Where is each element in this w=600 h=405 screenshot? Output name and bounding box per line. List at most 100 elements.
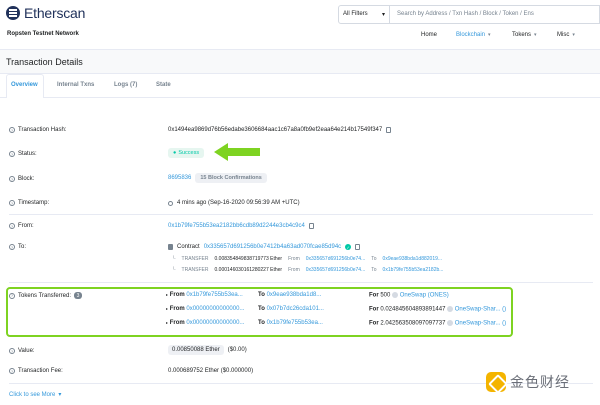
from-address-link[interactable]: 0x1b79fe755b53ea2182bb6cdb89d2244e3cb4c9…	[168, 223, 305, 229]
fee-label-text: Transaction Fee:	[18, 368, 63, 374]
token-from-link[interactable]: 0x1b79fe755b53ea...	[186, 292, 242, 298]
value-amount-chip: 0.00850088 Ether	[168, 345, 224, 355]
token-symbol-link[interactable]: ()	[502, 307, 506, 313]
token-logo-icon	[447, 306, 454, 312]
filter-select[interactable]: All Filters ▾	[338, 5, 390, 24]
help-icon[interactable]: ?	[9, 200, 15, 206]
token-transfer-row: ▸ From 0x00000000000000...	[166, 306, 244, 312]
transfer-from-link[interactable]: 0x335657d691256b0e74...	[306, 267, 366, 273]
token-amount: 500	[380, 292, 391, 299]
tab-internal-txns[interactable]: Internal Txns	[57, 82, 94, 88]
nav-home-label: Home	[421, 32, 438, 38]
transfer-to-label: To	[371, 256, 377, 262]
watermark: 金色财经	[486, 372, 570, 392]
block-label: ? Block:	[9, 176, 34, 182]
status-badge: ● Success	[168, 148, 205, 158]
caret-right-icon: ▸	[166, 320, 169, 325]
token-to-link[interactable]: 0x1b79fe755b53ea...	[267, 320, 323, 326]
block-label-text: Block:	[18, 176, 35, 182]
nav-misc-label: Misc	[557, 32, 570, 38]
token-to-cell: To 0x9eae938bda1d8...	[258, 292, 321, 298]
token-name-link[interactable]: OneSwap-Shar...	[455, 321, 501, 327]
help-icon[interactable]: ?	[9, 151, 15, 157]
contract-file-icon	[168, 244, 173, 250]
transfer-from-link[interactable]: 0x335657d691256b0e74...	[306, 256, 366, 262]
token-to-label: To	[258, 292, 265, 298]
to-value: Contract 0x335657d691256b0e7412b4a63ad07…	[168, 244, 361, 250]
tab-state[interactable]: State	[156, 82, 171, 88]
status-label: ? Status:	[9, 151, 37, 157]
transfer-to-link[interactable]: 0x1b79fe755b53ea2182b...	[383, 267, 444, 273]
copy-icon[interactable]	[355, 244, 361, 250]
transfer-to-label: To	[371, 267, 377, 273]
chevron-down-icon: ▾	[534, 32, 537, 38]
from-value: 0x1b79fe755b53ea2182bb6cdb89d2244e3cb4c9…	[168, 223, 314, 229]
token-amount: 0.024845604893891447	[380, 306, 446, 313]
caret-right-icon: ▸	[166, 292, 169, 297]
contract-address-link[interactable]: 0x335657d691256b0e7412b4a63ad070fcae85d9…	[204, 244, 341, 250]
timestamp-label: ? Timestamp:	[9, 200, 49, 206]
token-from-label: From	[169, 320, 185, 326]
token-from-link[interactable]: 0x00000000000000...	[186, 320, 244, 326]
tab-logs[interactable]: Logs (7)	[114, 82, 137, 88]
token-from-link[interactable]: 0x00000000000000...	[186, 306, 244, 312]
token-to-label: To	[258, 320, 265, 326]
confirmations-badge: 15 Block Confirmations	[195, 173, 267, 183]
check-circle-icon: ●	[173, 150, 177, 156]
from-label: ? From:	[9, 223, 34, 229]
status-text: Success	[178, 150, 200, 156]
watermark-logo-icon	[486, 372, 506, 392]
nav-home[interactable]: Home	[421, 32, 437, 38]
hash-value: 0x1494ea9869d76b56edabe3606684aac1c67a8a…	[168, 127, 392, 133]
token-for-label: For	[369, 306, 379, 313]
site-header: Etherscan Ropsten Testnet Network All Fi…	[0, 0, 600, 50]
help-icon[interactable]: ?	[9, 223, 15, 229]
chevron-down-icon: ▾	[58, 392, 62, 398]
block-number-link[interactable]: 8695836	[168, 175, 191, 181]
copy-icon[interactable]	[308, 223, 314, 229]
token-for-cell: For 500 OneSwap (ONES)	[369, 292, 449, 299]
help-icon[interactable]: ?	[9, 176, 15, 182]
from-label-text: From:	[18, 223, 34, 229]
token-to-link[interactable]: 0x9eae938bda1d8...	[267, 292, 322, 298]
transfer-amount: 0.000146030161280227 Ether	[214, 267, 283, 273]
etherscan-logo-icon	[6, 6, 20, 20]
token-name-link[interactable]: OneSwap-Shar...	[455, 307, 501, 313]
token-symbol-link[interactable]: ()	[502, 321, 506, 327]
caret-right-icon: ▸	[166, 306, 169, 311]
click-to-see-more[interactable]: Click to see More ▾	[9, 391, 62, 399]
etherscan-logo[interactable]: Etherscan	[6, 5, 85, 21]
tab-overview[interactable]: Overview	[11, 82, 38, 88]
help-icon[interactable]: ?	[9, 292, 15, 299]
fee-value: 0.000689752 Ether ($0.000000)	[168, 368, 253, 374]
hash-text: 0x1494ea9869d76b56edabe3606684aac1c67a8a…	[168, 127, 383, 133]
help-icon[interactable]: ?	[9, 244, 15, 250]
copy-icon[interactable]	[386, 127, 392, 133]
token-name-link[interactable]: OneSwap (ONES)	[400, 293, 449, 299]
transfer-to-link[interactable]: 0x9eae938bda1d882019...	[383, 256, 443, 262]
filter-label: All Filters	[343, 11, 368, 17]
help-icon[interactable]: ?	[9, 348, 15, 354]
token-transfer-row: ▸ From 0x1b79fe755b53ea...	[166, 292, 243, 298]
token-to-link[interactable]: 0x07b7dc26cda101...	[267, 306, 324, 312]
internal-transfer-row: └ TRANSFER 0.008354849838719773 Ether Fr…	[172, 256, 442, 262]
status-label-text: Status:	[18, 151, 37, 157]
divider	[9, 214, 593, 215]
token-for-label: For	[369, 292, 379, 299]
search-input[interactable]: Search by Address / Txn Hash / Block / T…	[390, 5, 600, 24]
nav-misc[interactable]: Misc ▾	[557, 32, 575, 38]
nav-tokens[interactable]: Tokens ▾	[512, 32, 537, 38]
value-label-text: Value:	[18, 348, 35, 354]
transfer-amount: 0.008354849838719773 Ether	[214, 256, 283, 262]
fee-label: ? Transaction Fee:	[9, 368, 63, 374]
token-to-label: To	[258, 306, 265, 312]
timestamp-text: 4 mins ago (Sep-16-2020 09:56:39 AM +UTC…	[177, 200, 300, 206]
help-icon[interactable]: ?	[9, 368, 15, 374]
tokens-label: ? Tokens Transferred: 3	[9, 292, 83, 299]
token-logo-icon	[392, 292, 399, 298]
transfer-branch-icon: └	[172, 256, 176, 262]
logo-text: Etherscan	[24, 5, 86, 21]
value-usd: ($0.00)	[227, 347, 247, 353]
nav-blockchain[interactable]: Blockchain ▾	[456, 32, 491, 38]
help-icon[interactable]: ?	[9, 127, 15, 133]
